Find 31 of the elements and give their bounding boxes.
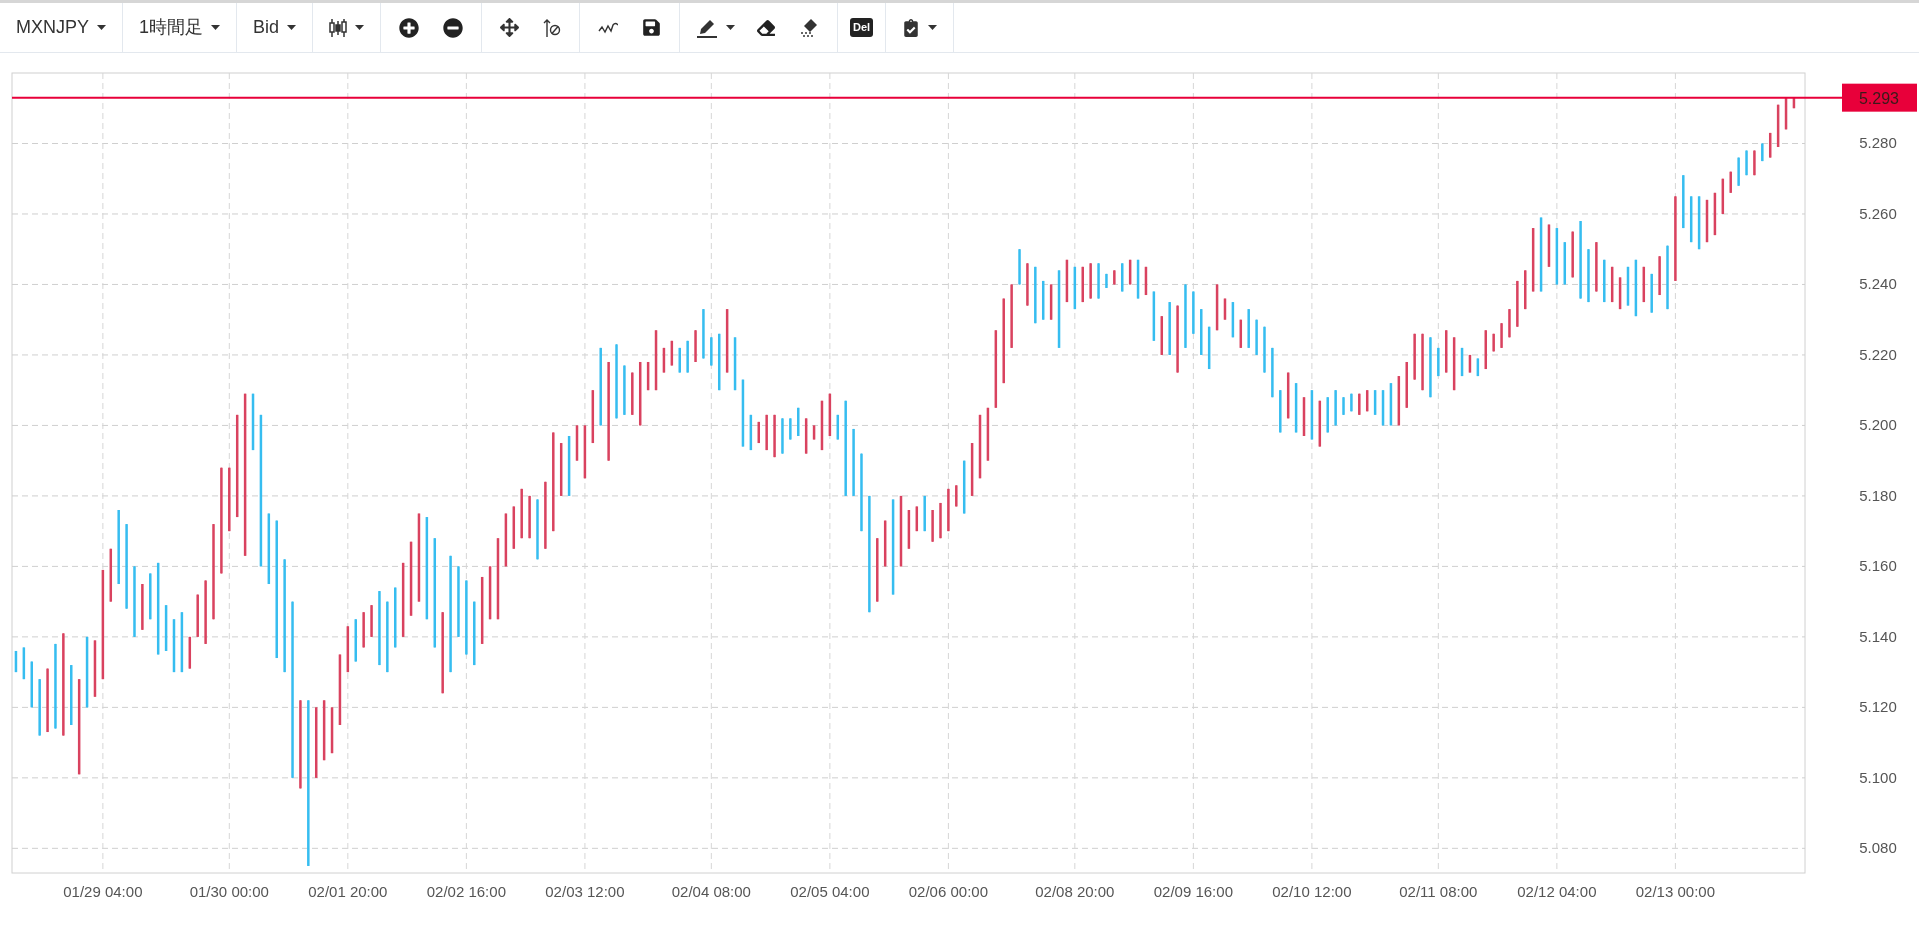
y-axis-label: 5.280 (1859, 134, 1897, 152)
y-axis-label: 5.240 (1859, 275, 1897, 293)
price-label: 5.293 (1842, 83, 1917, 112)
x-axis-label: 02/04 08:00 (671, 883, 751, 900)
y-axis-label: 5.080 (1859, 839, 1897, 857)
y-axis-label: 5.140 (1859, 627, 1897, 645)
x-axis-label: 01/30 00:00 (189, 883, 269, 900)
x-axis-label: 02/11 08:00 (1399, 883, 1478, 900)
ref-line-label: 5.293 (1858, 89, 1900, 107)
x-axis-label: 02/13 00:00 (1635, 883, 1716, 900)
y-axis-label: 5.180 (1859, 486, 1897, 504)
y-axis-label: 5.100 (1859, 768, 1897, 786)
x-axis-label: 02/12 04:00 (1517, 883, 1597, 900)
x-axis-label: 02/02 16:00 (426, 883, 506, 900)
y-axis-label: 5.200 (1859, 416, 1897, 434)
x-axis-label: 02/01 20:00 (308, 883, 388, 900)
x-axis-label: 02/03 12:00 (545, 883, 625, 900)
y-axis-label: 5.160 (1859, 557, 1897, 575)
dropdown-button[interactable]: MXNJPY (8, 6, 114, 49)
dropdown-button[interactable]: 1時間足 (131, 6, 229, 49)
x-axis-label: 02/08 20:00 (1035, 883, 1115, 900)
y-axis-label: 5.120 (1859, 698, 1897, 716)
x-axis-label: 02/09 16:00 (1153, 883, 1233, 900)
x-axis-label: 01/29 04:00 (63, 883, 143, 900)
x-axis-label: 02/10 12:00 (1272, 883, 1352, 900)
delete-button[interactable]: Del (850, 18, 874, 37)
x-axis-label: 02/06 00:00 (908, 883, 989, 900)
y-axis-label: 5.220 (1859, 345, 1897, 363)
x-axis-label: 02/05 04:00 (790, 883, 870, 900)
y-axis-label: 5.260 (1859, 204, 1897, 222)
dropdown-button[interactable]: Bid (245, 6, 305, 49)
